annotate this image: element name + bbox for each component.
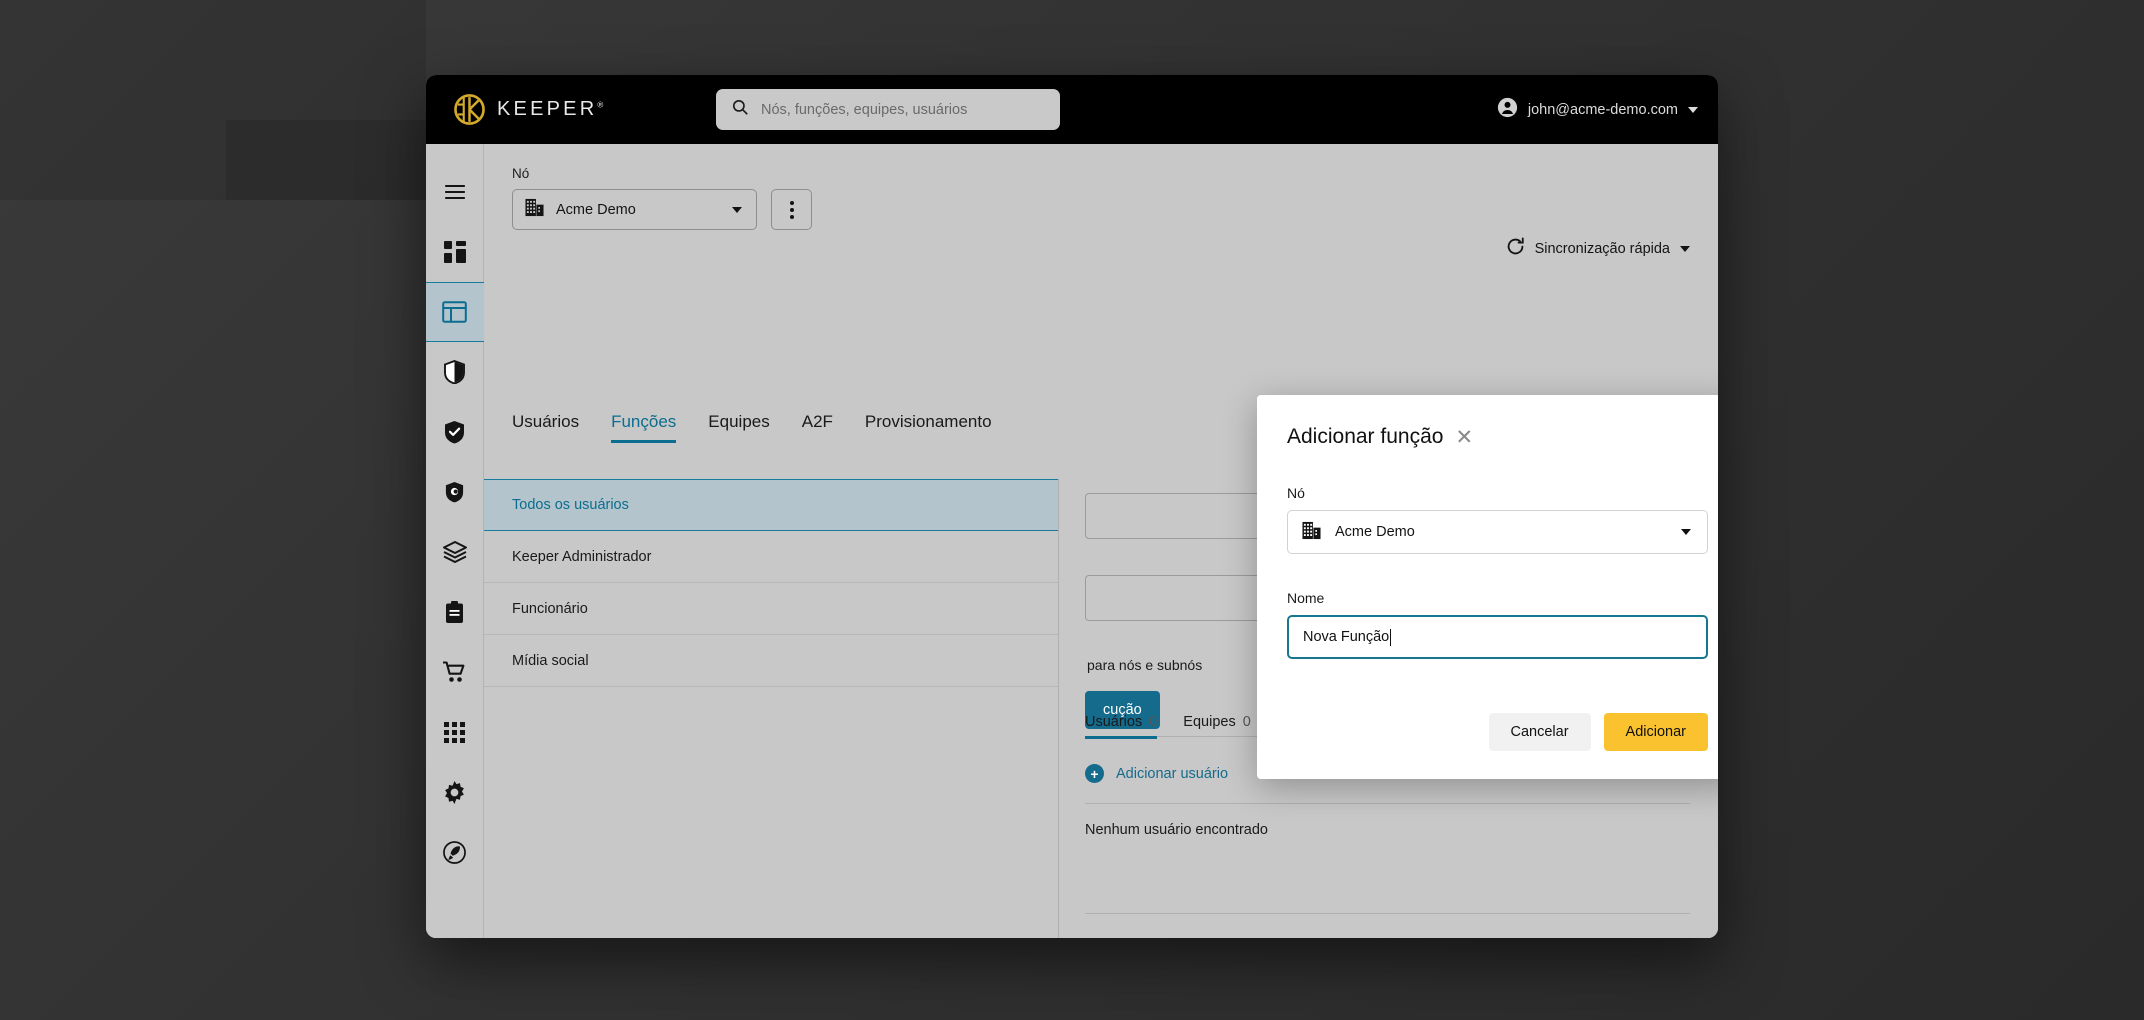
- chevron-down-icon: [1681, 529, 1691, 535]
- close-icon[interactable]: ✕: [1455, 427, 1473, 448]
- modal-overlay: Adicionar função ✕ Nó Acme Demo Nome Nov…: [426, 75, 1718, 938]
- add-button[interactable]: Adicionar: [1603, 713, 1708, 751]
- building-icon: [1302, 521, 1321, 544]
- role-name-input[interactable]: Nova Função: [1287, 615, 1708, 659]
- dialog-node-label: Nó: [1287, 485, 1305, 501]
- text-cursor: [1390, 628, 1392, 646]
- dialog-node-value: Acme Demo: [1335, 524, 1415, 540]
- keeper-admin-window: KEEPER® Nós, funções, equipes, usuários: [426, 75, 1718, 938]
- role-name-value: Nova Função: [1303, 629, 1390, 645]
- cancel-button[interactable]: Cancelar: [1488, 713, 1591, 751]
- dialog-title: Adicionar função: [1287, 425, 1444, 448]
- dialog-name-label: Nome: [1287, 590, 1325, 606]
- dialog-node-selector[interactable]: Acme Demo: [1287, 510, 1708, 554]
- add-role-dialog: Adicionar função ✕ Nó Acme Demo Nome Nov…: [1257, 395, 1718, 779]
- backdrop-patch: [226, 120, 426, 200]
- desktop-backdrop: KEEPER® Nós, funções, equipes, usuários: [0, 0, 2144, 1020]
- dialog-header: Adicionar função ✕: [1287, 425, 1708, 449]
- dialog-actions: Cancelar Adicionar: [1488, 713, 1708, 751]
